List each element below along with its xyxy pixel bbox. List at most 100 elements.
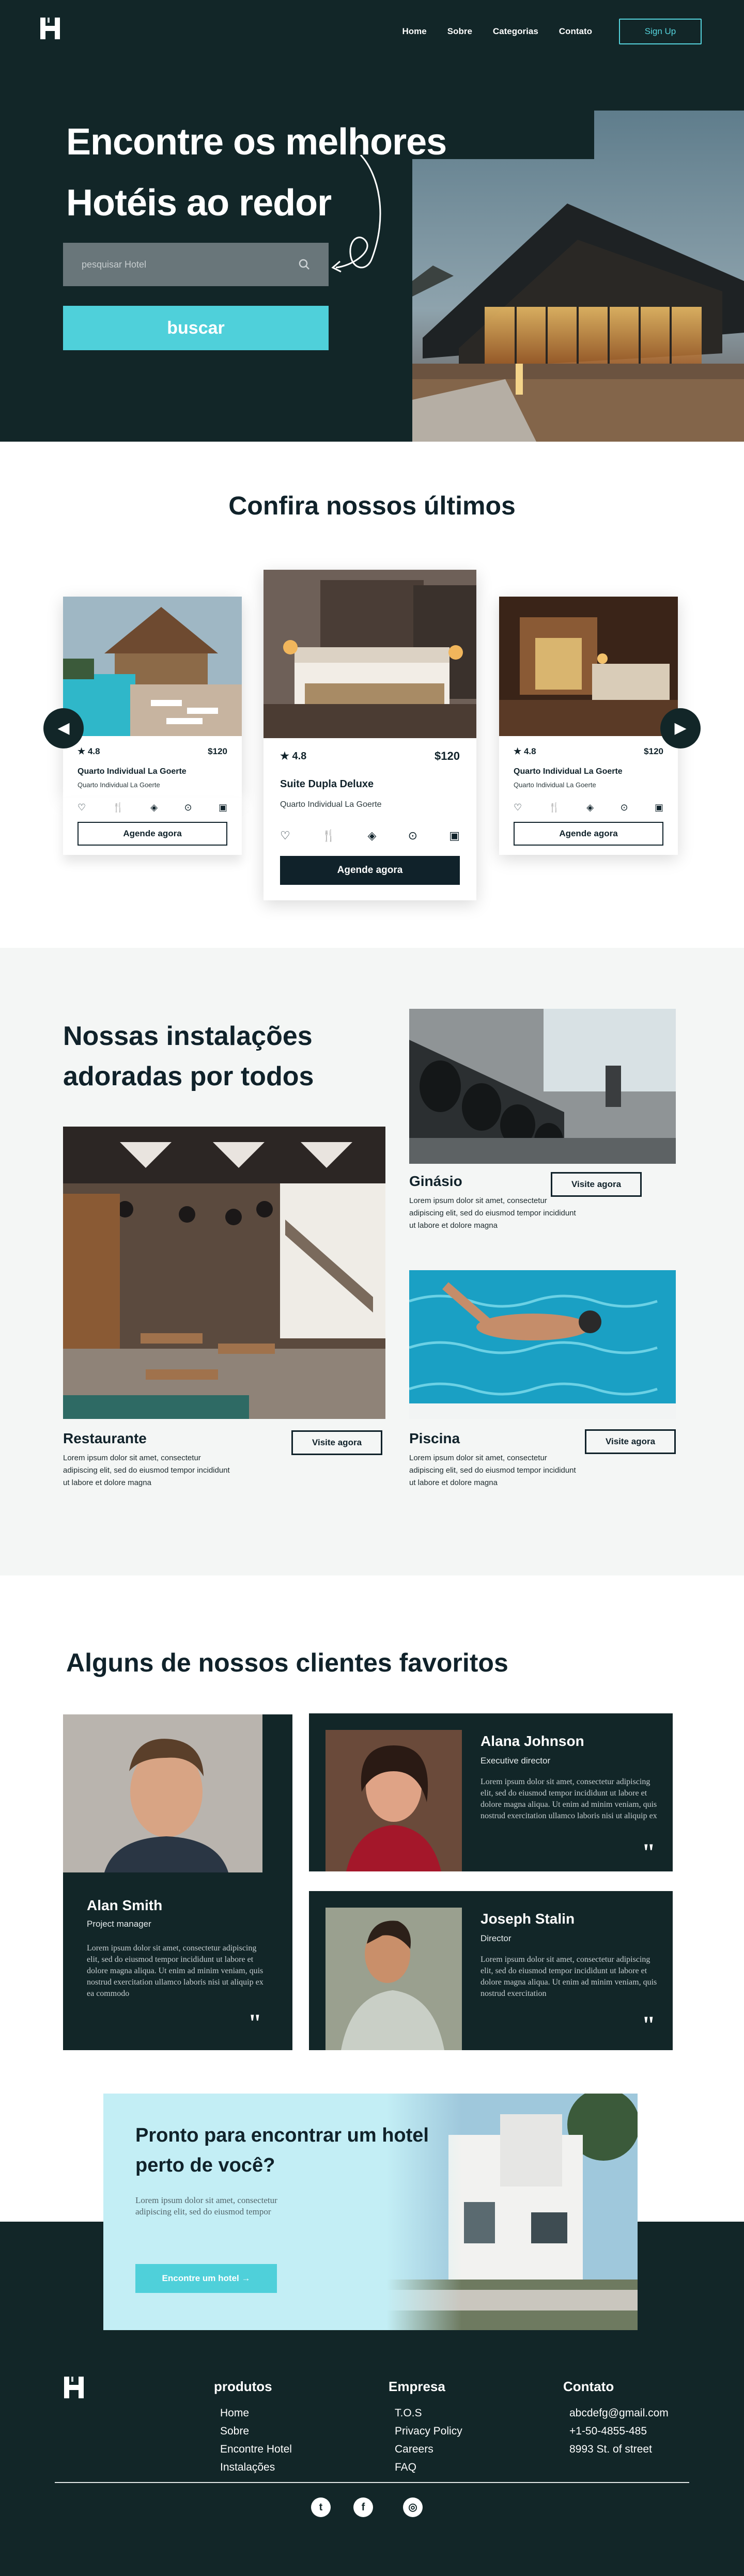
client-role: Executive director bbox=[481, 1756, 551, 1766]
latest-section: Confira nossos últimos ★ 4.8 $120 Quarto… bbox=[0, 442, 744, 948]
book-now-button[interactable]: Agende agora bbox=[280, 856, 460, 885]
cta-text: Lorem ipsum dolor sit amet, consectetur … bbox=[135, 2195, 277, 2216]
testimonial-card: Alana Johnson Executive director Lorem i… bbox=[309, 1713, 673, 1871]
testimonial-text: Lorem ipsum dolor sit amet, consectetur … bbox=[87, 1944, 264, 1998]
footer-link-careers[interactable]: Careers bbox=[389, 2440, 462, 2458]
instagram-icon[interactable]: ◎ bbox=[403, 2497, 423, 2517]
restaurant-icon: 🍴 bbox=[321, 829, 336, 842]
client-role: Director bbox=[481, 1933, 512, 1943]
hero-title-line2: Hotéis ao redor bbox=[66, 182, 332, 224]
clock-icon: ⊙ bbox=[408, 829, 418, 842]
hotel-name: Quarto Individual La Goerte bbox=[78, 767, 187, 776]
rating: ★ 4.8 bbox=[514, 746, 536, 756]
price: $120 bbox=[644, 746, 663, 756]
footer-link-facilities[interactable]: Instalações bbox=[214, 2458, 292, 2476]
visit-now-button[interactable]: Visite agora bbox=[585, 1429, 676, 1454]
facility-name: Restaurante bbox=[63, 1430, 147, 1446]
client-name: Joseph Stalin bbox=[481, 1911, 575, 1927]
search-button[interactable]: buscar bbox=[63, 306, 329, 350]
quote-icon: " bbox=[248, 2009, 262, 2037]
nav-home[interactable]: Home bbox=[402, 20, 426, 43]
search-icon[interactable] bbox=[299, 259, 310, 270]
testimonials-section: Alguns de nossos clientes favoritos Alan… bbox=[0, 1575, 744, 2094]
hotel-subtitle: Quarto Individual La Goerte bbox=[280, 800, 382, 809]
carousel-next-button[interactable]: ▶ bbox=[660, 708, 701, 748]
facilities-title: Nossas instalações adoradas por todos bbox=[63, 1021, 314, 1091]
footer-col-title: produtos bbox=[214, 2379, 272, 2394]
book-now-button[interactable]: Agende agora bbox=[514, 822, 663, 846]
cta-footer-section: Pronto para encontrar um hotel perto de … bbox=[0, 2094, 744, 2576]
footer-link-find-hotel[interactable]: Encontre Hotel bbox=[214, 2440, 292, 2458]
facilities-section: Nossas instalações adoradas por todos Gi… bbox=[0, 948, 744, 1575]
footer-link-faq[interactable]: FAQ bbox=[389, 2458, 462, 2476]
nav-categorias[interactable]: Categorias bbox=[493, 20, 538, 43]
footer-logo-icon[interactable] bbox=[60, 2374, 88, 2401]
footer-link-home[interactable]: Home bbox=[214, 2404, 292, 2422]
footer-col-contact: Contato abcdefg@gmail.com +1-50-4855-485… bbox=[563, 2379, 669, 2458]
footer-col-products: produtos Home Sobre Encontre Hotel Insta… bbox=[214, 2379, 292, 2476]
hero-image-mask-2 bbox=[481, 111, 594, 159]
footer-link-privacy[interactable]: Privacy Policy bbox=[389, 2422, 462, 2440]
amenities-icons: ♡ 🍴 ◈ ⊙ ▣ bbox=[78, 802, 227, 813]
footer-col-title: Empresa bbox=[389, 2379, 445, 2394]
signup-button[interactable]: Sign Up bbox=[619, 19, 702, 44]
testimonial-card: Alan Smith Project manager Lorem ipsum d… bbox=[63, 1714, 292, 2050]
facebook-icon[interactable]: f bbox=[353, 2497, 373, 2517]
main-nav: Home Sobre Categorias Contato Sign Up bbox=[381, 19, 702, 44]
heart-icon[interactable]: ♡ bbox=[280, 829, 290, 842]
chat-icon: ▣ bbox=[654, 802, 663, 813]
hotel-name: Quarto Individual La Goerte bbox=[514, 767, 623, 776]
restaurant-icon: 🍴 bbox=[112, 802, 124, 813]
footer-link-tos[interactable]: T.O.S bbox=[389, 2404, 462, 2422]
latest-title: Confira nossos últimos bbox=[228, 491, 516, 520]
facility-name: Ginásio bbox=[409, 1173, 462, 1189]
avatar bbox=[326, 1908, 462, 2050]
hotel-image bbox=[264, 570, 476, 738]
hotel-subtitle: Quarto Individual La Goerte bbox=[78, 781, 160, 789]
facility-name: Piscina bbox=[409, 1430, 460, 1446]
heart-icon[interactable]: ♡ bbox=[78, 802, 86, 813]
search-input[interactable] bbox=[82, 259, 299, 270]
footer-link-sobre[interactable]: Sobre bbox=[214, 2422, 292, 2440]
cta-title: Pronto para encontrar um hotel perto de … bbox=[135, 2125, 429, 2176]
visit-now-button[interactable]: Visite agora bbox=[551, 1172, 642, 1197]
heart-icon[interactable]: ♡ bbox=[514, 802, 522, 813]
visit-now-button[interactable]: Visite agora bbox=[291, 1430, 382, 1455]
arrow-doodle-icon bbox=[331, 155, 381, 273]
hotel-card-featured: ★ 4.8 $120 Suite Dupla Deluxe Quarto Ind… bbox=[264, 570, 476, 900]
pool-image bbox=[409, 1270, 676, 1419]
hero-section: Home Sobre Categorias Contato Sign Up En… bbox=[0, 0, 744, 442]
twitter-icon[interactable]: t bbox=[311, 2497, 331, 2517]
facility-description: Lorem ipsum dolor sit amet, consectetur … bbox=[63, 1454, 230, 1487]
nav-sobre[interactable]: Sobre bbox=[447, 20, 472, 43]
testimonials-title: Alguns de nossos clientes favoritos bbox=[66, 1648, 508, 1677]
nav-contato[interactable]: Contato bbox=[559, 20, 592, 43]
footer-phone[interactable]: +1-50-4855-485 bbox=[563, 2422, 669, 2440]
wifi-icon: ◈ bbox=[150, 802, 158, 813]
price: $120 bbox=[208, 746, 227, 756]
clock-icon: ⊙ bbox=[184, 802, 192, 813]
amenities-icons: ♡ 🍴 ◈ ⊙ ▣ bbox=[514, 802, 663, 813]
client-role: Project manager bbox=[87, 1919, 151, 1929]
carousel-prev-button[interactable]: ◀ bbox=[43, 708, 84, 748]
price: $120 bbox=[435, 750, 460, 762]
hotel-card-footer: ♡ 🍴 ◈ ⊙ ▣ Agende agora bbox=[63, 798, 242, 855]
book-now-button[interactable]: Agende agora bbox=[78, 822, 227, 846]
rating: ★ 4.8 bbox=[78, 746, 100, 756]
logo-icon[interactable] bbox=[36, 14, 64, 42]
footer-email[interactable]: abcdefg@gmail.com bbox=[563, 2404, 669, 2422]
testimonial-text: Lorem ipsum dolor sit amet, consectetur … bbox=[481, 1777, 657, 1820]
find-hotel-button[interactable]: Encontre um hotel → bbox=[135, 2264, 277, 2293]
chat-icon: ▣ bbox=[449, 829, 460, 842]
quote-icon: " bbox=[642, 2011, 656, 2039]
arrow-right-icon: → bbox=[241, 2273, 251, 2283]
rating: ★ 4.8 bbox=[280, 751, 307, 762]
footer-col-company: Empresa T.O.S Privacy Policy Careers FAQ bbox=[389, 2379, 462, 2476]
testimonial-card: Joseph Stalin Director Lorem ipsum dolor… bbox=[309, 1891, 673, 2050]
client-name: Alan Smith bbox=[87, 1897, 163, 1913]
footer-address[interactable]: 8993 St. of street bbox=[563, 2440, 669, 2458]
search-bar bbox=[63, 243, 329, 286]
facility-description: Lorem ipsum dolor sit amet, consectetur … bbox=[409, 1196, 576, 1230]
clock-icon: ⊙ bbox=[620, 802, 628, 813]
wifi-icon: ◈ bbox=[367, 829, 377, 842]
